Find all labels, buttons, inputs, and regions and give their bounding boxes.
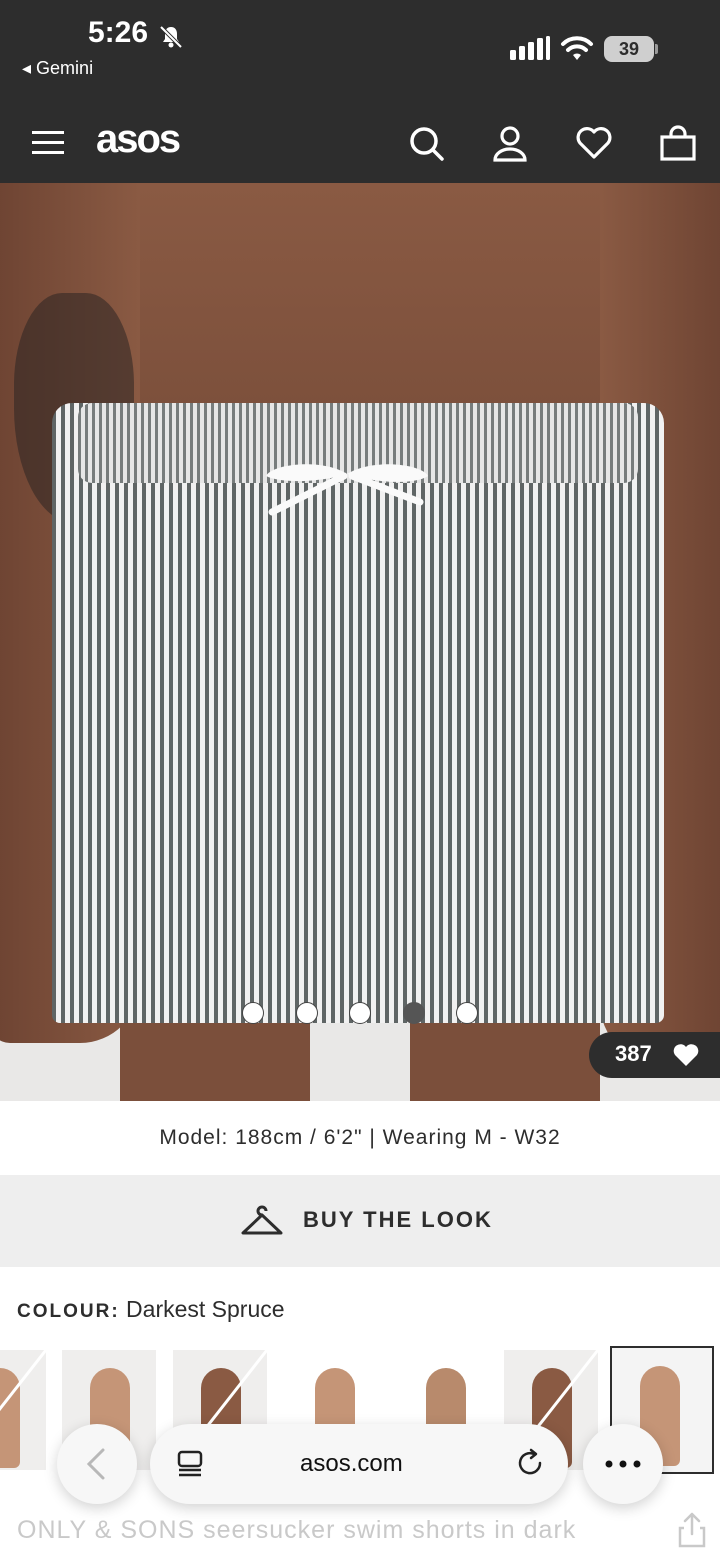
carousel-indicator — [240, 1002, 480, 1026]
save-count: 387 — [615, 1041, 652, 1066]
model-size-info: Model: 188cm / 6'2" | Wearing M - W32 — [159, 1126, 561, 1149]
product-image-carousel[interactable]: 387 — [0, 183, 720, 1101]
bell-off-icon — [159, 25, 183, 49]
browser-back-button[interactable] — [57, 1424, 137, 1504]
back-to-app-link[interactable]: ◂ Gemini — [22, 58, 93, 79]
battery-tip — [655, 44, 658, 54]
heart-icon[interactable] — [574, 123, 614, 163]
tabs-icon[interactable] — [176, 1450, 204, 1478]
url-text: asos.com — [300, 1450, 403, 1477]
site-header: asos — [0, 103, 720, 183]
save-count-badge[interactable]: 387 — [589, 1032, 720, 1078]
colour-selector-label: COLOUR: Darkest Spruce — [17, 1296, 285, 1323]
search-icon[interactable] — [406, 123, 446, 163]
carousel-dot[interactable] — [296, 1002, 318, 1024]
browser-toolbar: asos.com — [0, 1420, 720, 1510]
account-icon[interactable] — [490, 123, 530, 163]
share-icon[interactable] — [676, 1512, 708, 1548]
heart-filled-icon — [673, 1044, 699, 1066]
cellular-signal-icon — [510, 36, 550, 60]
status-bar: 5:26 ◂ Gemini 39 — [0, 0, 720, 103]
wifi-icon — [561, 36, 593, 60]
address-bar[interactable]: asos.com — [150, 1424, 568, 1504]
asos-logo[interactable]: asos — [96, 117, 181, 162]
chevron-left-icon — [86, 1448, 105, 1480]
carousel-dot-active[interactable] — [403, 1002, 425, 1024]
menu-icon[interactable] — [28, 123, 68, 163]
colour-value: Darkest Spruce — [126, 1296, 285, 1322]
carousel-dot[interactable] — [456, 1002, 478, 1024]
more-dots-icon — [605, 1460, 641, 1468]
drawstring — [266, 464, 428, 516]
status-time: 5:26 — [88, 16, 149, 49]
buy-the-look-label: BUY THE LOOK — [303, 1207, 493, 1232]
back-app-label: Gemini — [36, 58, 94, 78]
browser-more-button[interactable] — [583, 1424, 663, 1504]
carousel-dot[interactable] — [242, 1002, 264, 1024]
colour-key: COLOUR: — [17, 1301, 120, 1322]
bag-icon[interactable] — [658, 123, 698, 163]
product-title: ONLY & SONS seersucker swim shorts in da… — [17, 1516, 577, 1544]
battery-indicator: 39 — [604, 36, 654, 62]
carousel-dot[interactable] — [349, 1002, 371, 1024]
buy-the-look-button[interactable]: BUY THE LOOK — [0, 1175, 720, 1267]
hanger-icon — [241, 1205, 283, 1235]
reload-icon[interactable] — [516, 1448, 546, 1478]
